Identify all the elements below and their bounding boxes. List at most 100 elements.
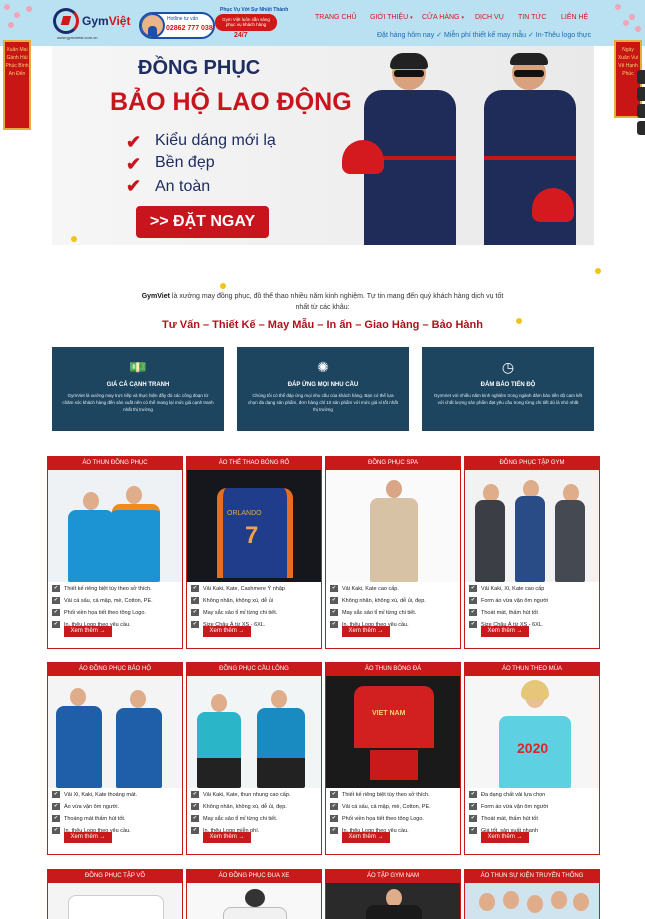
view-more-button[interactable]: Xem thêm →: [64, 832, 112, 843]
list-item: Vải Xi, Kaki, Kate thoáng mát.: [52, 789, 182, 801]
list-item: Vải Kaki, Kate, thun nhung cao cấp.: [191, 789, 321, 801]
blossom-decoration-left: [0, 0, 60, 40]
card-title: ÁO THUN THEO MÙA: [465, 663, 599, 676]
card-title: ÁO TẬP GYM NAM: [326, 870, 460, 883]
service-hours: 24/7: [234, 32, 248, 39]
card-title: ĐỒNG PHỤC SPA: [326, 457, 460, 470]
list-item: Thiết kế riêng biệt tùy theo sở thích.: [52, 583, 182, 595]
product-card-uniform-tshirt[interactable]: ÁO THUN ĐỒNG PHỤC Thiết kế riêng biệt tù…: [47, 456, 183, 649]
site-logo[interactable]: GymViệt www.gymvietst.com.vn: [53, 8, 133, 40]
intro-body: là xưởng may đồng phục, đồ thể thao nhiề…: [171, 293, 504, 311]
intro-text: GymViet là xưởng may đồng phục, đồ thể t…: [140, 291, 505, 313]
list-item: Không nhăn, không xù, dễ ủi: [191, 595, 321, 607]
list-item: Vải Kaki, Kate, Cashmere Ý nhập: [191, 583, 321, 595]
list-item: May sắc sảo tỉ mỉ từng chi tiết.: [191, 813, 321, 825]
product-card-football[interactable]: ÁO THUN BÓNG ĐÁ VIET NAM Thiết kế riêng …: [325, 662, 461, 855]
feature-description: Chúng tôi có thể đáp ứng mọi nhu cầu của…: [247, 393, 398, 412]
card-features: Vải Kaki, Xi, Kate cao cấp Form áo vừa v…: [465, 582, 599, 631]
product-card-basketball[interactable]: ÁO THỂ THAO BÓNG RỔ ORLANDO 7 Vải Kaki, …: [186, 456, 322, 649]
hotline-badge[interactable]: Hotline tư vấn 02862 777 038: [139, 12, 215, 39]
card-features: Vải Kaki, Kate, thun nhung cao cấp. Khôn…: [187, 788, 321, 837]
main-nav: TRANG CHỦ GIỚI THIỆU ▾ CỬA HÀNG ▾ DỊCH V…: [300, 14, 600, 26]
view-more-button[interactable]: Xem thêm →: [203, 626, 251, 637]
helmet-image: [532, 188, 574, 222]
feature-description: GymViet là xưởng may trực tiếp và thực h…: [62, 393, 214, 412]
protective-uniform-image: [48, 676, 182, 788]
gym-wear-image: [465, 470, 599, 582]
list-item: Không nhăn, không xù, dễ ủi, đẹp.: [191, 801, 321, 813]
view-more-button[interactable]: Xem thêm →: [203, 832, 251, 843]
side-tab-chat-icon[interactable]: [637, 87, 645, 101]
feature-competitive-price: 💵 GIÁ CẢ CẠNH TRANH GymViet là xưởng may…: [52, 347, 224, 431]
worker-man-image: [472, 53, 587, 245]
hotline-label: Hotline tư vấn: [167, 16, 199, 22]
product-card-spa[interactable]: ĐỒNG PHỤC SPA Vải Kaki, Kate cao cấp. Kh…: [325, 456, 461, 649]
nav-home[interactable]: TRANG CHỦ: [315, 14, 357, 21]
card-title: ĐỒNG PHỤC TẬP GYM: [465, 457, 599, 470]
flower-decoration: [220, 283, 226, 289]
support-agent-avatar: [141, 14, 165, 37]
worker-woman-image: [342, 53, 467, 245]
check-icon: ✔: [126, 176, 142, 196]
list-item: Đa dạng chất vải lựa chọn: [469, 789, 599, 801]
uniform-tshirt-image: [48, 470, 182, 582]
service-text: Gym Việt luôn sẵn sàng phục vụ khách hàn…: [215, 14, 277, 31]
product-card-racing[interactable]: ÁO ĐỒNG PHỤC ĐUA XE: [186, 869, 322, 919]
side-tab-mail-icon[interactable]: [637, 121, 645, 135]
racing-jacket-image: [187, 883, 321, 919]
card-title: ÁO THUN ĐỒNG PHỤC: [48, 457, 182, 470]
service-title: Phục Vụ Với Sự Nhiệt Thành: [220, 7, 289, 13]
card-title: ÁO THUN BÓNG ĐÁ: [326, 663, 460, 676]
order-now-button[interactable]: >> ĐẶT NGAY: [136, 206, 269, 238]
nav-about[interactable]: GIỚI THIỆU ▾: [370, 14, 413, 21]
side-tab-phone-icon[interactable]: [637, 70, 645, 84]
card-title: ĐỒNG PHỤC TẬP VÕ: [48, 870, 182, 883]
side-tab-zalo-icon[interactable]: [637, 104, 645, 118]
basketball-jersey-image: ORLANDO 7: [187, 470, 321, 582]
product-card-gym-men[interactable]: ÁO TẬP GYM NAM: [325, 869, 461, 919]
feature-description: GymViet với nhiều năm kinh nghiệm trong …: [433, 393, 583, 405]
view-more-button[interactable]: Xem thêm →: [64, 626, 112, 637]
view-more-button[interactable]: Xem thêm →: [342, 832, 390, 843]
card-features: Vải Kaki, Kate cao cấp. Không nhăn, khôn…: [326, 582, 460, 631]
card-features: Thiết kế riêng biệt tùy theo sở thích. V…: [48, 582, 182, 631]
card-features: Đa dạng chất vải lựa chọn Form áo vừa vặ…: [465, 788, 599, 837]
flower-decoration: [71, 236, 77, 242]
chevron-down-icon: ▾: [410, 15, 413, 21]
view-more-button[interactable]: Xem thêm →: [342, 626, 390, 637]
badminton-uniform-image: [187, 676, 321, 788]
feature-title: ĐẢM BẢO TIẾN ĐỘ: [480, 382, 536, 388]
event-tshirt-image: [465, 883, 599, 919]
flower-decoration: [595, 268, 601, 274]
list-item: Áo vừa vặn ôm người.: [52, 801, 182, 813]
gym-men-image: [326, 883, 460, 919]
banner-feature: An toàn: [155, 178, 211, 195]
site-header: GymViệt www.gymvietst.com.vn Hotline tư …: [0, 0, 645, 46]
product-card-protective[interactable]: ÁO ĐỒNG PHỤC BẢO HỘ Vải Xi, Kaki, Kate t…: [47, 662, 183, 855]
card-title: ÁO THỂ THAO BÓNG RỔ: [187, 457, 321, 470]
banner-subtitle: BẢO HỘ LAO ĐỘNG: [110, 88, 352, 116]
card-features: Vải Kaki, Kate, Cashmere Ý nhập Không nh…: [187, 582, 321, 631]
list-item: May sắc sảo tỉ mỉ từng chi tiết.: [191, 607, 321, 619]
product-card-seasonal[interactable]: ÁO THUN THEO MÙA 2020 Đa dạng chất vải l…: [464, 662, 600, 855]
promo-ticker[interactable]: Đặt hàng hôm nay ✓ Miễn phí thiết kế may…: [377, 31, 591, 39]
product-card-event[interactable]: ÁO THUN SỰ KIỆN TRUYỀN THỐNG: [464, 869, 600, 919]
hero-banner[interactable]: ĐỒNG PHỤC BẢO HỘ LAO ĐỘNG ✔ Kiểu dáng mớ…: [52, 46, 594, 245]
banner-feature: Kiểu dáng mới lạ: [155, 132, 276, 149]
product-card-martial-arts[interactable]: ĐỒNG PHỤC TẬP VÕ: [47, 869, 183, 919]
view-more-button[interactable]: Xem thêm →: [481, 626, 529, 637]
feature-on-time: ◷ ĐẢM BẢO TIẾN ĐỘ GymViet với nhiều năm …: [422, 347, 594, 431]
product-card-gym[interactable]: ĐỒNG PHỤC TẬP GYM Vải Kaki, Xi, Kate cao…: [464, 456, 600, 649]
view-more-button[interactable]: Xem thêm →: [481, 832, 529, 843]
list-item: Phối viền họa tiết theo tông Logo.: [330, 813, 460, 825]
check-icon: ✔: [126, 154, 142, 174]
list-item: Vải cá sấu, cá mập, mè, Cotton, PE.: [330, 801, 460, 813]
list-item: Phối viền họa tiết theo tông Logo.: [52, 607, 182, 619]
list-item: Không nhăn, không xù, dễ ủi, đẹp.: [330, 595, 460, 607]
list-item: Thiết kế riêng biệt tùy theo sở thích.: [330, 789, 460, 801]
nav-services[interactable]: DỊCH VỤ: [475, 14, 504, 21]
product-card-badminton[interactable]: ĐỒNG PHỤC CẦU LÔNG Vải Kaki, Kate, thun …: [186, 662, 322, 855]
nav-shop[interactable]: CỬA HÀNG ▾: [422, 14, 464, 21]
nav-news[interactable]: TIN TỨC: [518, 14, 546, 21]
page: { "header": { "logo_name_part1": "Gym", …: [0, 0, 645, 919]
